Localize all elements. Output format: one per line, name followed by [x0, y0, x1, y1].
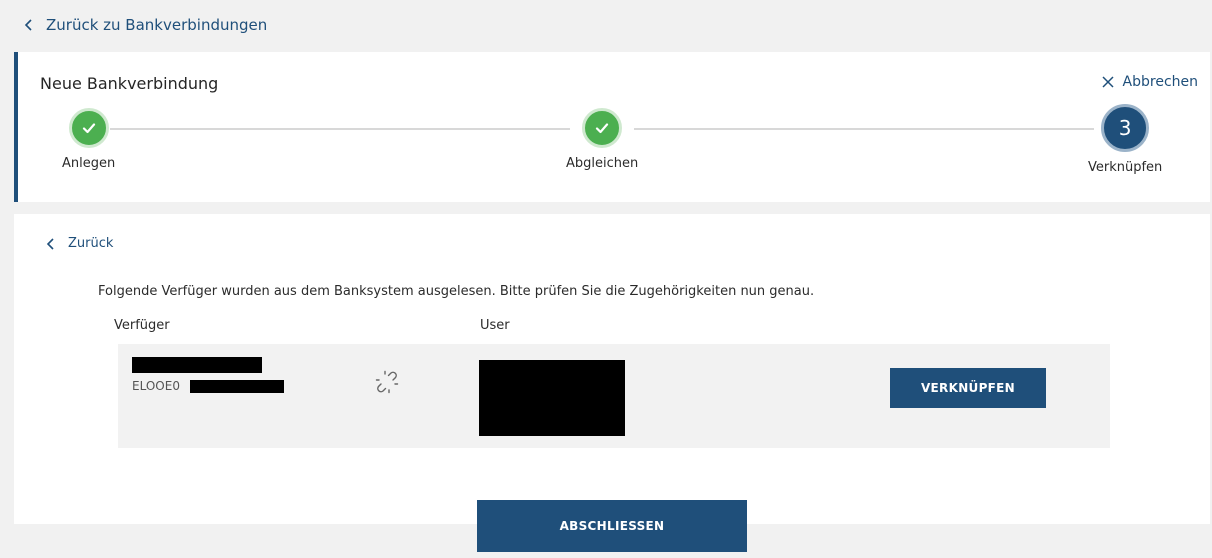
step-active-indicator: 3 [1101, 104, 1150, 152]
broken-link-icon[interactable] [374, 369, 400, 395]
close-icon [1102, 76, 1114, 88]
redacted-holder-name [132, 357, 262, 373]
back-button-label: Zurück [68, 236, 114, 251]
chevron-left-icon [46, 237, 54, 250]
stepper-track-1 [110, 128, 570, 130]
step-verknuepfen: 3 Verknüpfen [1088, 104, 1162, 175]
column-header-user: User [480, 318, 510, 333]
instruction-text: Folgende Verfüger wurden aus dem Banksys… [98, 284, 815, 299]
cancel-label: Abbrechen [1122, 74, 1198, 90]
link-button[interactable]: VERKNÜPFEN [890, 368, 1046, 408]
check-icon [596, 123, 609, 134]
back-button[interactable]: Zurück [44, 236, 113, 251]
step-label: Anlegen [62, 156, 116, 171]
page-title: Neue Bankverbindung [40, 74, 219, 93]
check-icon [82, 123, 95, 134]
step-label: Verknüpfen [1088, 160, 1163, 175]
link-holders-card: Zurück Folgende Verfüger wurden aus dem … [14, 214, 1210, 524]
step-label: Abgleichen [566, 156, 639, 171]
stepper-card: Neue Bankverbindung Abbrechen Anlegen Ab… [14, 52, 1210, 202]
top-bar: Zurück zu Bankverbindungen [0, 0, 1212, 52]
finish-button[interactable]: ABSCHLIESSEN [477, 500, 747, 552]
chevron-left-icon [24, 19, 32, 31]
back-to-bank-connections-link[interactable]: Zurück zu Bankverbindungen [22, 16, 267, 34]
cancel-button[interactable]: Abbrechen [1101, 74, 1198, 90]
step-done-indicator [68, 108, 109, 148]
redacted-user [479, 360, 625, 436]
holder-row: ELOOE0 VERKNÜPFEN [118, 344, 1110, 448]
step-anlegen: Anlegen [62, 108, 115, 171]
step-done-indicator [582, 108, 623, 148]
back-link-label: Zurück zu Bankverbindungen [46, 16, 268, 34]
stepper-track-2 [634, 128, 1094, 130]
redacted-holder-id [190, 380, 284, 393]
holder-id-prefix: ELOOE0 [132, 379, 180, 393]
step-abgleichen: Abgleichen [566, 108, 638, 171]
column-header-verfueger: Verfüger [114, 318, 170, 333]
